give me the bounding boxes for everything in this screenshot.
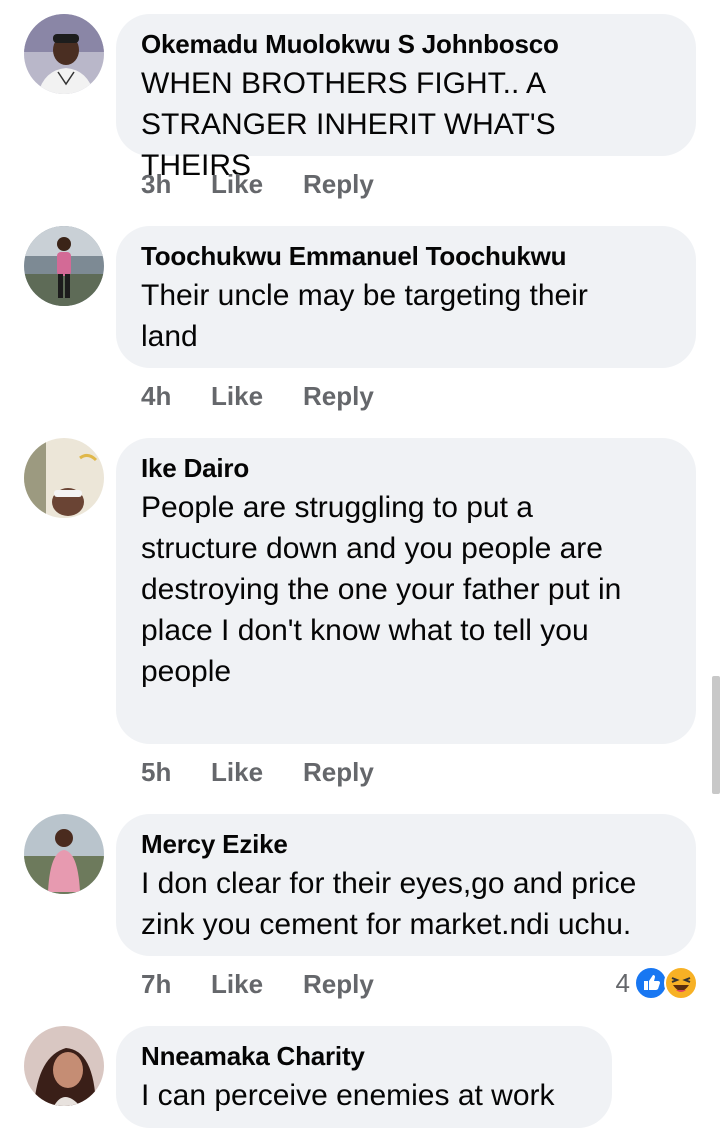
comment-author[interactable]: Okemadu Muolokwu S Johnbosco: [141, 28, 670, 60]
comment-author[interactable]: Toochukwu Emmanuel Toochukwu: [141, 240, 670, 272]
comment-bubble: Ike Dairo People are struggling to put a…: [116, 438, 696, 744]
comment-text: Their uncle may be targeting their land: [141, 279, 588, 353]
avatar[interactable]: [24, 814, 104, 894]
avatar[interactable]: [24, 438, 104, 518]
comment-bubble: Mercy Ezike I don clear for their eyes,g…: [116, 814, 696, 956]
avatar-photo-icon: [24, 438, 104, 518]
avatar-photo-icon: [24, 814, 104, 894]
comment-bubble: Okemadu Muolokwu S Johnbosco WHEN BROTHE…: [116, 14, 696, 182]
comment-timestamp[interactable]: 7h: [141, 968, 211, 1000]
like-button[interactable]: Like: [211, 756, 303, 788]
comment-actions: 5h Like Reply: [141, 756, 374, 788]
comment-actions: 3h Like Reply: [141, 168, 374, 200]
comment-bubble: Nneamaka Charity I can perceive enemies …: [116, 1026, 612, 1128]
avatar-photo-icon: [24, 14, 104, 94]
comment-timestamp[interactable]: 4h: [141, 380, 211, 412]
avatar[interactable]: [24, 226, 104, 306]
avatar-photo-icon: [24, 1026, 104, 1106]
haha-reaction-icon: [664, 966, 698, 1000]
like-button[interactable]: Like: [211, 168, 303, 200]
comment-text: People are struggling to put a structure…: [141, 491, 622, 688]
comment-actions: 4h Like Reply: [141, 380, 374, 412]
comment-author[interactable]: Nneamaka Charity: [141, 1040, 586, 1072]
comment-author[interactable]: Mercy Ezike: [141, 828, 670, 860]
reply-button[interactable]: Reply: [303, 756, 374, 788]
reply-button[interactable]: Reply: [303, 968, 374, 1000]
scrollbar[interactable]: [712, 676, 720, 794]
like-reaction-icon: [634, 966, 668, 1000]
comment-actions: 7h Like Reply: [141, 968, 374, 1000]
comment-bubble: Toochukwu Emmanuel Toochukwu Their uncle…: [116, 226, 696, 368]
comment-text: I can perceive enemies at work: [141, 1079, 555, 1112]
avatar[interactable]: [24, 14, 104, 94]
reaction-summary[interactable]: 4: [616, 966, 698, 1000]
reaction-count: 4: [615, 967, 630, 998]
comment-timestamp[interactable]: 3h: [141, 168, 211, 200]
avatar[interactable]: [24, 1026, 104, 1106]
like-button[interactable]: Like: [211, 968, 303, 1000]
comment-author[interactable]: Ike Dairo: [141, 452, 670, 484]
reply-button[interactable]: Reply: [303, 168, 374, 200]
avatar-photo-icon: [24, 226, 104, 306]
comment-timestamp[interactable]: 5h: [141, 756, 211, 788]
comment-text: I don clear for their eyes,go and price …: [141, 867, 637, 941]
reply-button[interactable]: Reply: [303, 380, 374, 412]
like-button[interactable]: Like: [211, 380, 303, 412]
